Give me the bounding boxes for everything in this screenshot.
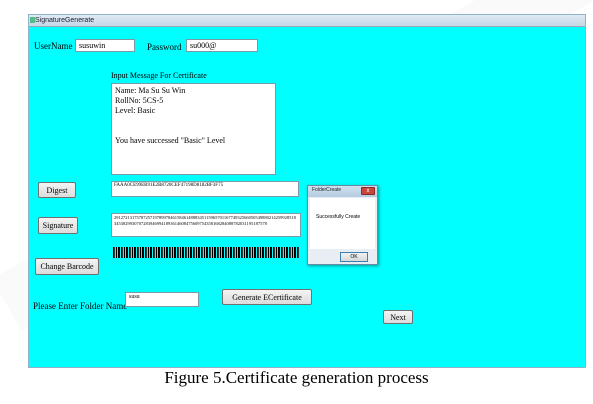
message-line: RollNo: 5CS-5: [115, 96, 164, 105]
password-label: Password: [147, 42, 182, 52]
message-line: You have successed "Basic" Level: [115, 136, 226, 145]
dialog-ok-button[interactable]: OK: [340, 252, 368, 262]
digest-output[interactable]: FAAA0CE99EB91E2B8720CEF47198D8182BF3F75: [111, 181, 299, 197]
message-line: [115, 126, 272, 136]
folder-label: Please Enter Folder Name: [33, 301, 128, 311]
username-input[interactable]: susuwin: [75, 39, 135, 52]
message-line: Level: Basic: [115, 106, 156, 115]
dialog-title-bar: FolderCreate x: [308, 186, 377, 197]
message-line: Name: Ma Su Su Win: [115, 86, 186, 95]
barcode-image: [113, 247, 299, 258]
dialog-message: Successfully Create: [316, 214, 361, 220]
close-icon[interactable]: x: [361, 187, 375, 195]
dialog-title: FolderCreate: [312, 187, 342, 193]
generate-ecertificate-button[interactable]: Generate ECertificate: [222, 289, 312, 305]
change-barcode-button[interactable]: Change Barcode: [35, 258, 99, 275]
username-label: UserName: [34, 41, 73, 51]
signature-button[interactable]: Signature: [38, 217, 78, 234]
title-bar: SignatureGenerate: [29, 15, 585, 27]
message-line: [115, 116, 272, 126]
dialog-body: [310, 198, 375, 249]
folder-create-dialog: FolderCreate x Successfully Create OK: [307, 185, 378, 265]
window-title: SignatureGenerate: [35, 17, 95, 24]
next-button[interactable]: Next: [383, 310, 413, 324]
app-window: SignatureGenerate UserName susuwin Passw…: [28, 14, 586, 368]
digest-button[interactable]: Digest: [38, 182, 76, 198]
message-label: Input Message For Certificate: [111, 71, 207, 80]
message-textarea[interactable]: Name: Ma Su Su Win RollNo: 5CS-5 Level: …: [111, 83, 276, 175]
folder-input[interactable]: susu: [125, 292, 199, 307]
signature-output[interactable]: 2912721317578725719789978461584614888345…: [111, 213, 301, 237]
figure-caption: Figure 5.Certificate generation process: [164, 368, 429, 387]
password-input[interactable]: su000@: [186, 39, 258, 52]
